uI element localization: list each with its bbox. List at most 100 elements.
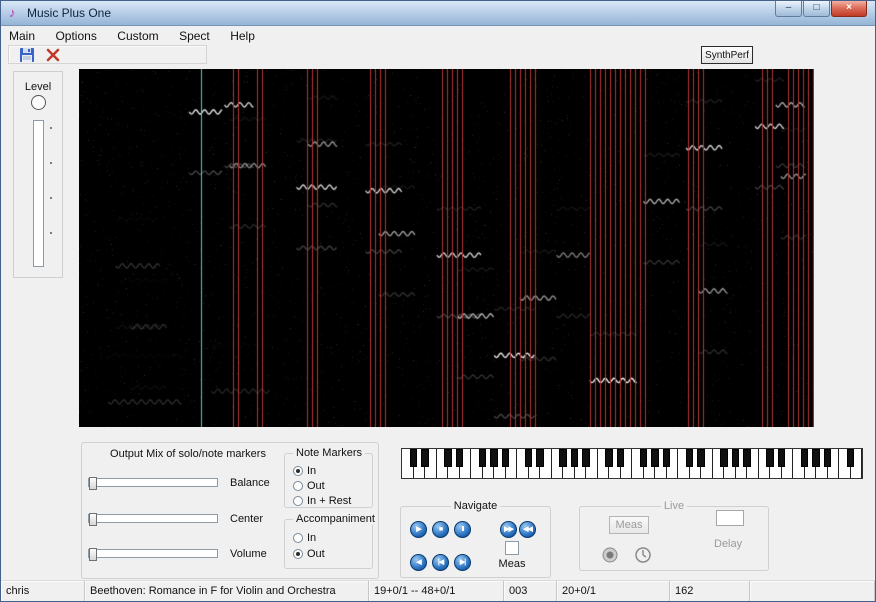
piano-black-key[interactable] [525,449,532,467]
piano-black-key[interactable] [605,449,612,467]
nav-play-backward-button[interactable]: ◀ [410,554,427,571]
status-take: 003 [504,581,557,601]
balance-slider-thumb[interactable] [89,477,97,490]
piano-black-key[interactable] [536,449,543,467]
piano-black-key[interactable] [663,449,670,467]
save-button[interactable] [19,47,37,63]
piano-black-key[interactable] [582,449,589,467]
level-tick [50,232,52,234]
spectrogram-canvas[interactable] [79,69,814,427]
piano-black-key[interactable] [801,449,808,467]
nav-skip-start-button[interactable]: |◀ [432,554,449,571]
note-markers-in-rest-radio[interactable]: In + Rest [293,492,351,505]
piano-black-key[interactable] [847,449,854,467]
nav-skip-end-button[interactable]: ▶| [454,554,471,571]
meas-checkbox-label: Meas [494,558,530,570]
piano-black-key[interactable] [479,449,486,467]
record-icon[interactable] [602,547,618,563]
volume-slider-thumb[interactable] [89,548,97,561]
piano-black-key[interactable] [502,449,509,467]
note-markers-in-radio[interactable]: In [293,462,316,475]
menu-item-help[interactable]: Help [222,27,263,45]
menu-item-custom[interactable]: Custom [109,27,166,45]
piano-keyboard[interactable] [401,448,863,479]
piano-black-key[interactable] [743,449,750,467]
discard-button[interactable] [45,47,63,63]
piano-black-key[interactable] [766,449,773,467]
piano-black-key[interactable] [444,449,451,467]
level-knob[interactable] [31,95,46,110]
red-x-icon [45,47,61,63]
live-meas-button[interactable]: Meas [609,516,649,534]
menu-item-spect[interactable]: Spect [171,27,218,45]
titlebar: ♪ Music Plus One – □ × [1,1,875,26]
live-group: Live Meas Delay [579,506,769,571]
piano-black-key[interactable] [490,449,497,467]
level-panel: Level [13,71,63,278]
level-tick [50,162,52,164]
minimize-button[interactable]: – [775,1,802,17]
radio-icon [293,496,303,506]
window-controls: – □ × [774,1,867,17]
accompaniment-in-radio[interactable]: In [293,529,316,542]
note-markers-out-radio[interactable]: Out [293,477,325,490]
accompaniment-title: Accompaniment [293,513,378,525]
menu-item-options[interactable]: Options [47,27,104,45]
piano-black-key[interactable] [824,449,831,467]
piano-black-key[interactable] [720,449,727,467]
status-position: 20+0/1 [557,581,670,601]
piano-black-key[interactable] [617,449,624,467]
level-tick [50,197,52,199]
nav-play-button[interactable]: ▶ [410,521,427,538]
piano-black-key[interactable] [571,449,578,467]
piano-black-key[interactable] [421,449,428,467]
live-title: Live [661,500,687,512]
note-markers-title: Note Markers [293,447,365,459]
center-label: Center [230,513,263,525]
piano-black-key[interactable] [640,449,647,467]
balance-slider[interactable] [88,478,218,487]
piano-black-key[interactable] [456,449,463,467]
radio-label: Out [307,480,325,492]
nav-fast-forward-button[interactable]: ▶▶ [500,521,517,538]
toolbar-panel [8,45,207,64]
delay-label: Delay [714,538,742,550]
piano-black-key[interactable] [697,449,704,467]
nav-stop-button[interactable]: ■ [432,521,449,538]
piano-black-key[interactable] [410,449,417,467]
radio-icon [293,481,303,491]
status-tempo: 162 [670,581,750,601]
piano-black-key[interactable] [686,449,693,467]
metronome-icon[interactable] [635,547,651,563]
accompaniment-out-radio[interactable]: Out [293,545,325,558]
radio-label: Out [307,548,325,560]
radio-icon [293,549,303,559]
nav-pause-button[interactable]: II [454,521,471,538]
accompaniment-group: Accompaniment In Out [284,519,373,569]
level-label: Level [14,81,62,93]
synthperf-button[interactable]: SynthPerf [701,46,753,64]
menu-item-main[interactable]: Main [1,27,43,45]
toolbar: SynthPerf [1,45,875,65]
radio-label: In [307,465,316,477]
center-slider-thumb[interactable] [89,513,97,526]
app-icon: ♪ [9,5,16,20]
meas-checkbox[interactable] [505,541,519,555]
status-piece: Beethoven: Romance in F for Violin and O… [85,581,369,601]
status-spare [750,581,875,601]
piano-black-key[interactable] [559,449,566,467]
level-slider[interactable] [33,120,44,267]
balance-label: Balance [230,477,270,489]
close-button[interactable]: × [831,1,867,17]
center-slider[interactable] [88,514,218,523]
piano-black-key[interactable] [732,449,739,467]
delay-input[interactable] [716,510,744,526]
nav-rewind-button[interactable]: ◀◀ [519,521,536,538]
piano-black-key[interactable] [651,449,658,467]
volume-slider[interactable] [88,549,218,558]
piano-black-key[interactable] [812,449,819,467]
maximize-button[interactable]: □ [803,1,830,17]
statusbar: chris Beethoven: Romance in F for Violin… [1,580,875,601]
piano-black-key[interactable] [778,449,785,467]
save-icon [19,47,35,63]
